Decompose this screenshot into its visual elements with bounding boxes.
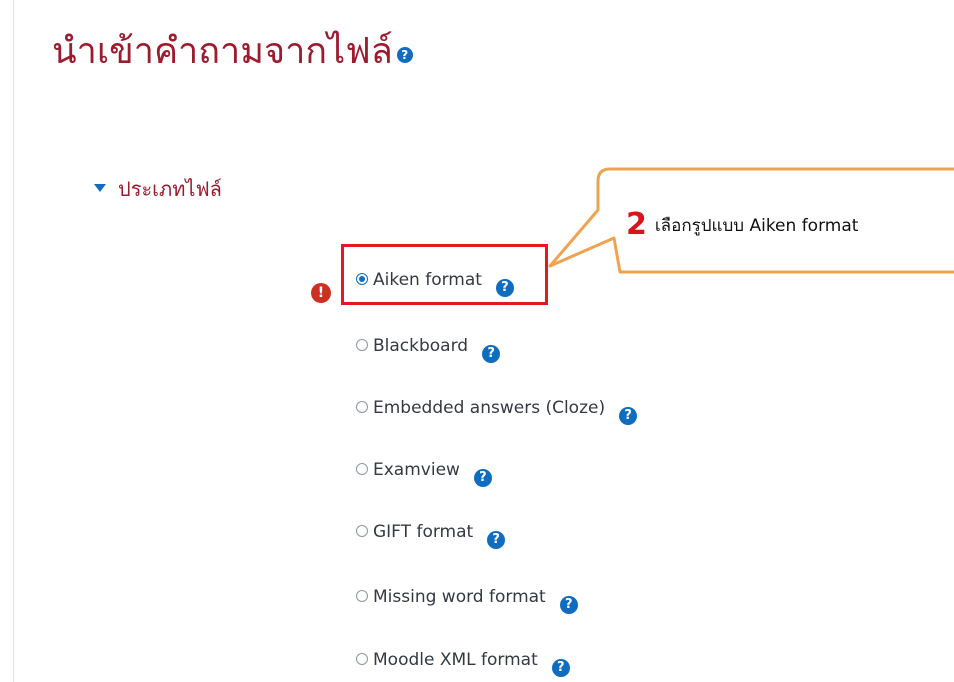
radio-gift-format[interactable] [356, 525, 368, 537]
option-label[interactable]: Missing word format [356, 587, 546, 607]
radio-moodle-xml-format[interactable] [356, 653, 368, 665]
section-label: ประเภทไฟล์ [118, 177, 222, 201]
help-icon[interactable]: ? [473, 469, 492, 487]
help-icon[interactable]: ? [482, 345, 501, 363]
option-moodle-xml-format: Moodle XML format? [356, 650, 570, 677]
option-text: Examview [373, 460, 460, 480]
option-label[interactable]: Moodle XML format [356, 650, 538, 670]
radio-examview[interactable] [356, 463, 368, 475]
section-toggle-file-type[interactable]: ประเภทไฟล์ [94, 173, 222, 205]
option-text: Embedded answers (Cloze) [373, 398, 606, 418]
required-icon: ! [311, 283, 331, 303]
radio-embedded-answers[interactable] [356, 401, 368, 413]
option-examview: Examview? [356, 460, 492, 487]
help-icon[interactable]: ? [559, 596, 578, 614]
step-number: 2 [626, 207, 647, 242]
option-label[interactable]: Blackboard [356, 336, 468, 356]
highlight-box [341, 244, 548, 305]
option-text: Moodle XML format [373, 650, 538, 670]
option-embedded-answers: Embedded answers (Cloze)? [356, 398, 638, 425]
option-label[interactable]: GIFT format [356, 522, 473, 542]
option-label[interactable]: Examview [356, 460, 460, 480]
option-text: Missing word format [373, 587, 546, 607]
option-text: GIFT format [373, 522, 474, 542]
page-title: นำเข้าคำถามจากไฟล์? [52, 22, 413, 79]
callout-text: 2 เลือกรูปแบบ Aiken format [626, 207, 858, 242]
radio-blackboard[interactable] [356, 339, 368, 351]
help-icon[interactable]: ? [396, 47, 413, 63]
option-text: Blackboard [373, 336, 469, 356]
option-missing-word-format: Missing word format? [356, 587, 578, 614]
left-border-line [13, 0, 14, 682]
option-gift-format: GIFT format? [356, 522, 506, 549]
help-icon[interactable]: ? [487, 531, 506, 549]
callout-instruction: เลือกรูปแบบ Aiken format [654, 216, 859, 236]
help-icon[interactable]: ? [619, 407, 638, 425]
option-blackboard: Blackboard? [356, 336, 501, 363]
caret-down-icon [94, 184, 106, 192]
page-title-text: นำเข้าคำถามจากไฟล์ [52, 31, 393, 72]
option-label[interactable]: Embedded answers (Cloze) [356, 398, 605, 418]
radio-missing-word-format[interactable] [356, 590, 368, 602]
help-icon[interactable]: ? [551, 659, 570, 677]
